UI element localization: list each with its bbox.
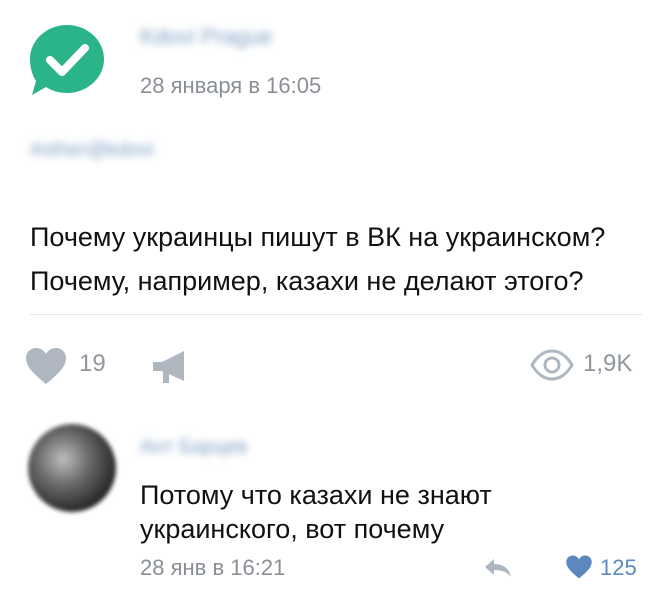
post-text-line: Почему украинцы пишут в ВК на украинском… xyxy=(30,222,606,252)
comment-like-count: 125 xyxy=(600,555,637,580)
post-text-line: Почему, например, казахи не делают этого… xyxy=(30,266,584,296)
heart-icon xyxy=(26,348,66,384)
views-count: 1,9K xyxy=(583,350,633,377)
post-timestamp[interactable]: 28 января в 16:05 xyxy=(140,73,321,99)
comment-text: Потому что казахи не знают украинского, … xyxy=(140,478,640,546)
commenter-avatar[interactable] xyxy=(28,424,116,512)
reply-button[interactable] xyxy=(483,557,513,579)
comment-text-line: Потому что казахи не знают xyxy=(140,480,492,510)
views-indicator xyxy=(530,349,574,381)
comment-author-name[interactable]: Ант Барцев xyxy=(140,436,300,459)
comment-text-line: украинского, вот почему xyxy=(140,514,445,544)
like-button[interactable] xyxy=(24,346,68,386)
divider xyxy=(30,314,642,315)
comment-timestamp[interactable]: 28 янв в 16:21 xyxy=(140,555,285,581)
share-button[interactable] xyxy=(150,347,192,387)
group-avatar[interactable] xyxy=(28,23,106,97)
eye-icon xyxy=(530,349,574,381)
like-count: 19 xyxy=(79,350,106,377)
reply-arrow-icon xyxy=(485,559,511,577)
post-text: Почему украинцы пишут в ВК на украинском… xyxy=(30,215,650,303)
comment-like-button[interactable] xyxy=(565,554,593,580)
checkmark-icon xyxy=(30,25,104,95)
megaphone-icon xyxy=(153,351,184,383)
post-hashtag[interactable]: #other@kdovi xyxy=(30,139,220,162)
post-author-name[interactable]: Kdovi Prague xyxy=(140,24,320,50)
heart-icon xyxy=(566,555,592,579)
